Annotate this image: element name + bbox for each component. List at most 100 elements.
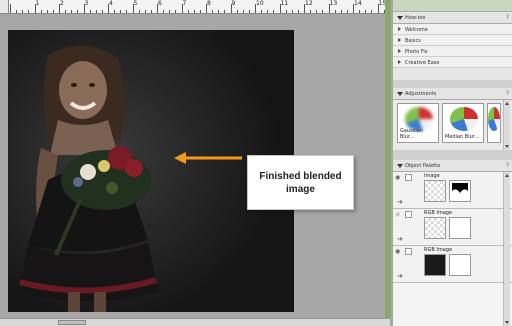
ruler-tick: [120, 10, 122, 13]
object-row-rgb-image-2[interactable]: ◉ ➔ RGB Image: [393, 246, 512, 283]
ruler-tick: [248, 10, 250, 13]
howto-item-welcome[interactable]: Welcome: [393, 24, 512, 35]
canvas-area[interactable]: Finished blended image: [0, 14, 390, 318]
ruler-tick: [126, 10, 128, 13]
ruler-tick: [242, 10, 244, 13]
scroll-up-icon[interactable]: [505, 174, 509, 177]
adjustment-thumb-gaussian-blur[interactable]: Gaussian Blur...: [397, 103, 439, 143]
object-palette-scrollbar[interactable]: [503, 172, 510, 326]
ruler-tick: [346, 10, 348, 13]
howto-header[interactable]: How-tos ?: [393, 12, 512, 24]
object-palette-help-icon[interactable]: ?: [506, 162, 509, 169]
object-name: Image: [424, 173, 440, 179]
triangle-right-icon: [398, 38, 401, 42]
object-row-image[interactable]: ◉ ➔ Image: [393, 172, 512, 209]
howto-item-basics[interactable]: Basics: [393, 35, 512, 46]
ruler-tick: [77, 10, 79, 13]
ruler-tick: [10, 4, 11, 13]
ruler-label: 4: [109, 0, 113, 7]
ball-preview: [450, 107, 478, 131]
horizontal-scrollbar[interactable]: [0, 318, 390, 326]
object-palette-title: Object Palette: [405, 163, 441, 169]
adjustment-label: Median Blur...: [445, 134, 480, 140]
ruler-tick: [52, 10, 54, 13]
scroll-down-icon[interactable]: [505, 321, 509, 324]
ruler-label: 2: [60, 0, 64, 7]
move-arrow-icon[interactable]: ➔: [397, 235, 403, 243]
ruler-tick: [95, 10, 97, 13]
callout-text: Finished blended image: [259, 170, 341, 196]
ruler-tick: [163, 10, 165, 13]
ruler-tick: [371, 10, 373, 13]
object-row-rgb-image-1[interactable]: ◉ ➔ RGB Image: [393, 209, 512, 246]
object-mask-thumb: [449, 254, 471, 276]
lock-icon[interactable]: [405, 174, 412, 181]
eye-icon[interactable]: ◉: [395, 174, 403, 181]
triangle-right-icon: [398, 60, 401, 64]
triangle-down-icon: [397, 164, 403, 168]
scroll-thumb[interactable]: [58, 320, 86, 325]
ruler-tick: [273, 10, 275, 13]
object-thumb: [424, 180, 446, 202]
adjustment-thumb-median-blur[interactable]: Median Blur...: [442, 103, 484, 143]
ruler-tick: [236, 10, 238, 13]
ruler-tick: [267, 10, 269, 13]
ruler-tick: [40, 10, 42, 13]
howto-list: Welcome Basics Photo Fix Creative Ease: [393, 24, 512, 68]
callout-line2: image: [286, 183, 315, 195]
frame-divider[interactable]: [385, 0, 391, 326]
ruler-tick: [291, 10, 293, 13]
ruler-label: 13: [329, 0, 338, 7]
ruler-tick: [138, 10, 140, 13]
howto-help-icon[interactable]: ?: [506, 14, 509, 21]
ruler-tick: [322, 10, 324, 13]
lock-icon[interactable]: [405, 248, 412, 255]
eye-icon[interactable]: ◉: [395, 248, 403, 255]
object-thumb: [424, 254, 446, 276]
ruler-tick: [101, 10, 103, 13]
eye-icon[interactable]: ◉: [395, 211, 403, 218]
horizontal-ruler: 1 2 3 4 5 6 7 8 9 10 11 12 13 14 15: [0, 0, 390, 14]
object-palette-header[interactable]: Object Palette ?: [393, 160, 512, 172]
ruler-tick: [340, 10, 342, 13]
ruler-tick: [169, 10, 171, 13]
ruler-label: 9: [231, 0, 236, 7]
adjustment-thumb-partial[interactable]: [487, 103, 501, 143]
ruler-tick: [144, 10, 146, 13]
palette-panels: How-tos ? Welcome Basics Photo Fix Creat…: [393, 0, 512, 326]
ruler-tick: [285, 10, 287, 13]
howto-item-creative-ease[interactable]: Creative Ease: [393, 57, 512, 68]
ruler-tick: [193, 10, 195, 13]
adjustments-header[interactable]: Adjustments ?: [393, 88, 512, 100]
ruler-label: 14: [354, 0, 362, 7]
arrow-left-icon: [174, 152, 242, 164]
triangle-right-icon: [398, 27, 401, 31]
ruler-tick: [187, 10, 189, 13]
scroll-down-icon[interactable]: [505, 145, 509, 148]
move-arrow-icon[interactable]: ➔: [397, 272, 403, 280]
lock-icon[interactable]: [405, 211, 412, 218]
scroll-up-icon[interactable]: [505, 102, 509, 105]
move-arrow-icon[interactable]: ➔: [397, 198, 403, 206]
howto-item-photo-fix[interactable]: Photo Fix: [393, 46, 512, 57]
ruler-label: 11: [280, 0, 289, 7]
ruler-label: 1: [35, 0, 40, 7]
ruler-tick: [212, 10, 214, 13]
ruler-tick: [65, 10, 67, 13]
adjustments-help-icon[interactable]: ?: [506, 90, 509, 97]
ruler-label: 6: [158, 0, 162, 7]
ruler-label: 7: [182, 0, 187, 7]
triangle-right-icon: [398, 49, 401, 53]
howto-title: How-tos: [405, 15, 426, 21]
ruler-tick: [150, 10, 152, 13]
adjustment-label: Gaussian Blur...: [400, 128, 423, 140]
howto-item-label: Photo Fix: [405, 49, 428, 55]
object-mask-thumb: [449, 180, 471, 202]
ruler-tick: [16, 10, 18, 13]
panel-gap: [393, 150, 512, 160]
callout-line1: Finished blended: [259, 170, 342, 182]
object-thumb: [424, 217, 446, 239]
ruler-tick: [359, 10, 361, 13]
adjustments-scrollbar[interactable]: [503, 100, 510, 150]
callout-box: Finished blended image: [247, 155, 354, 210]
